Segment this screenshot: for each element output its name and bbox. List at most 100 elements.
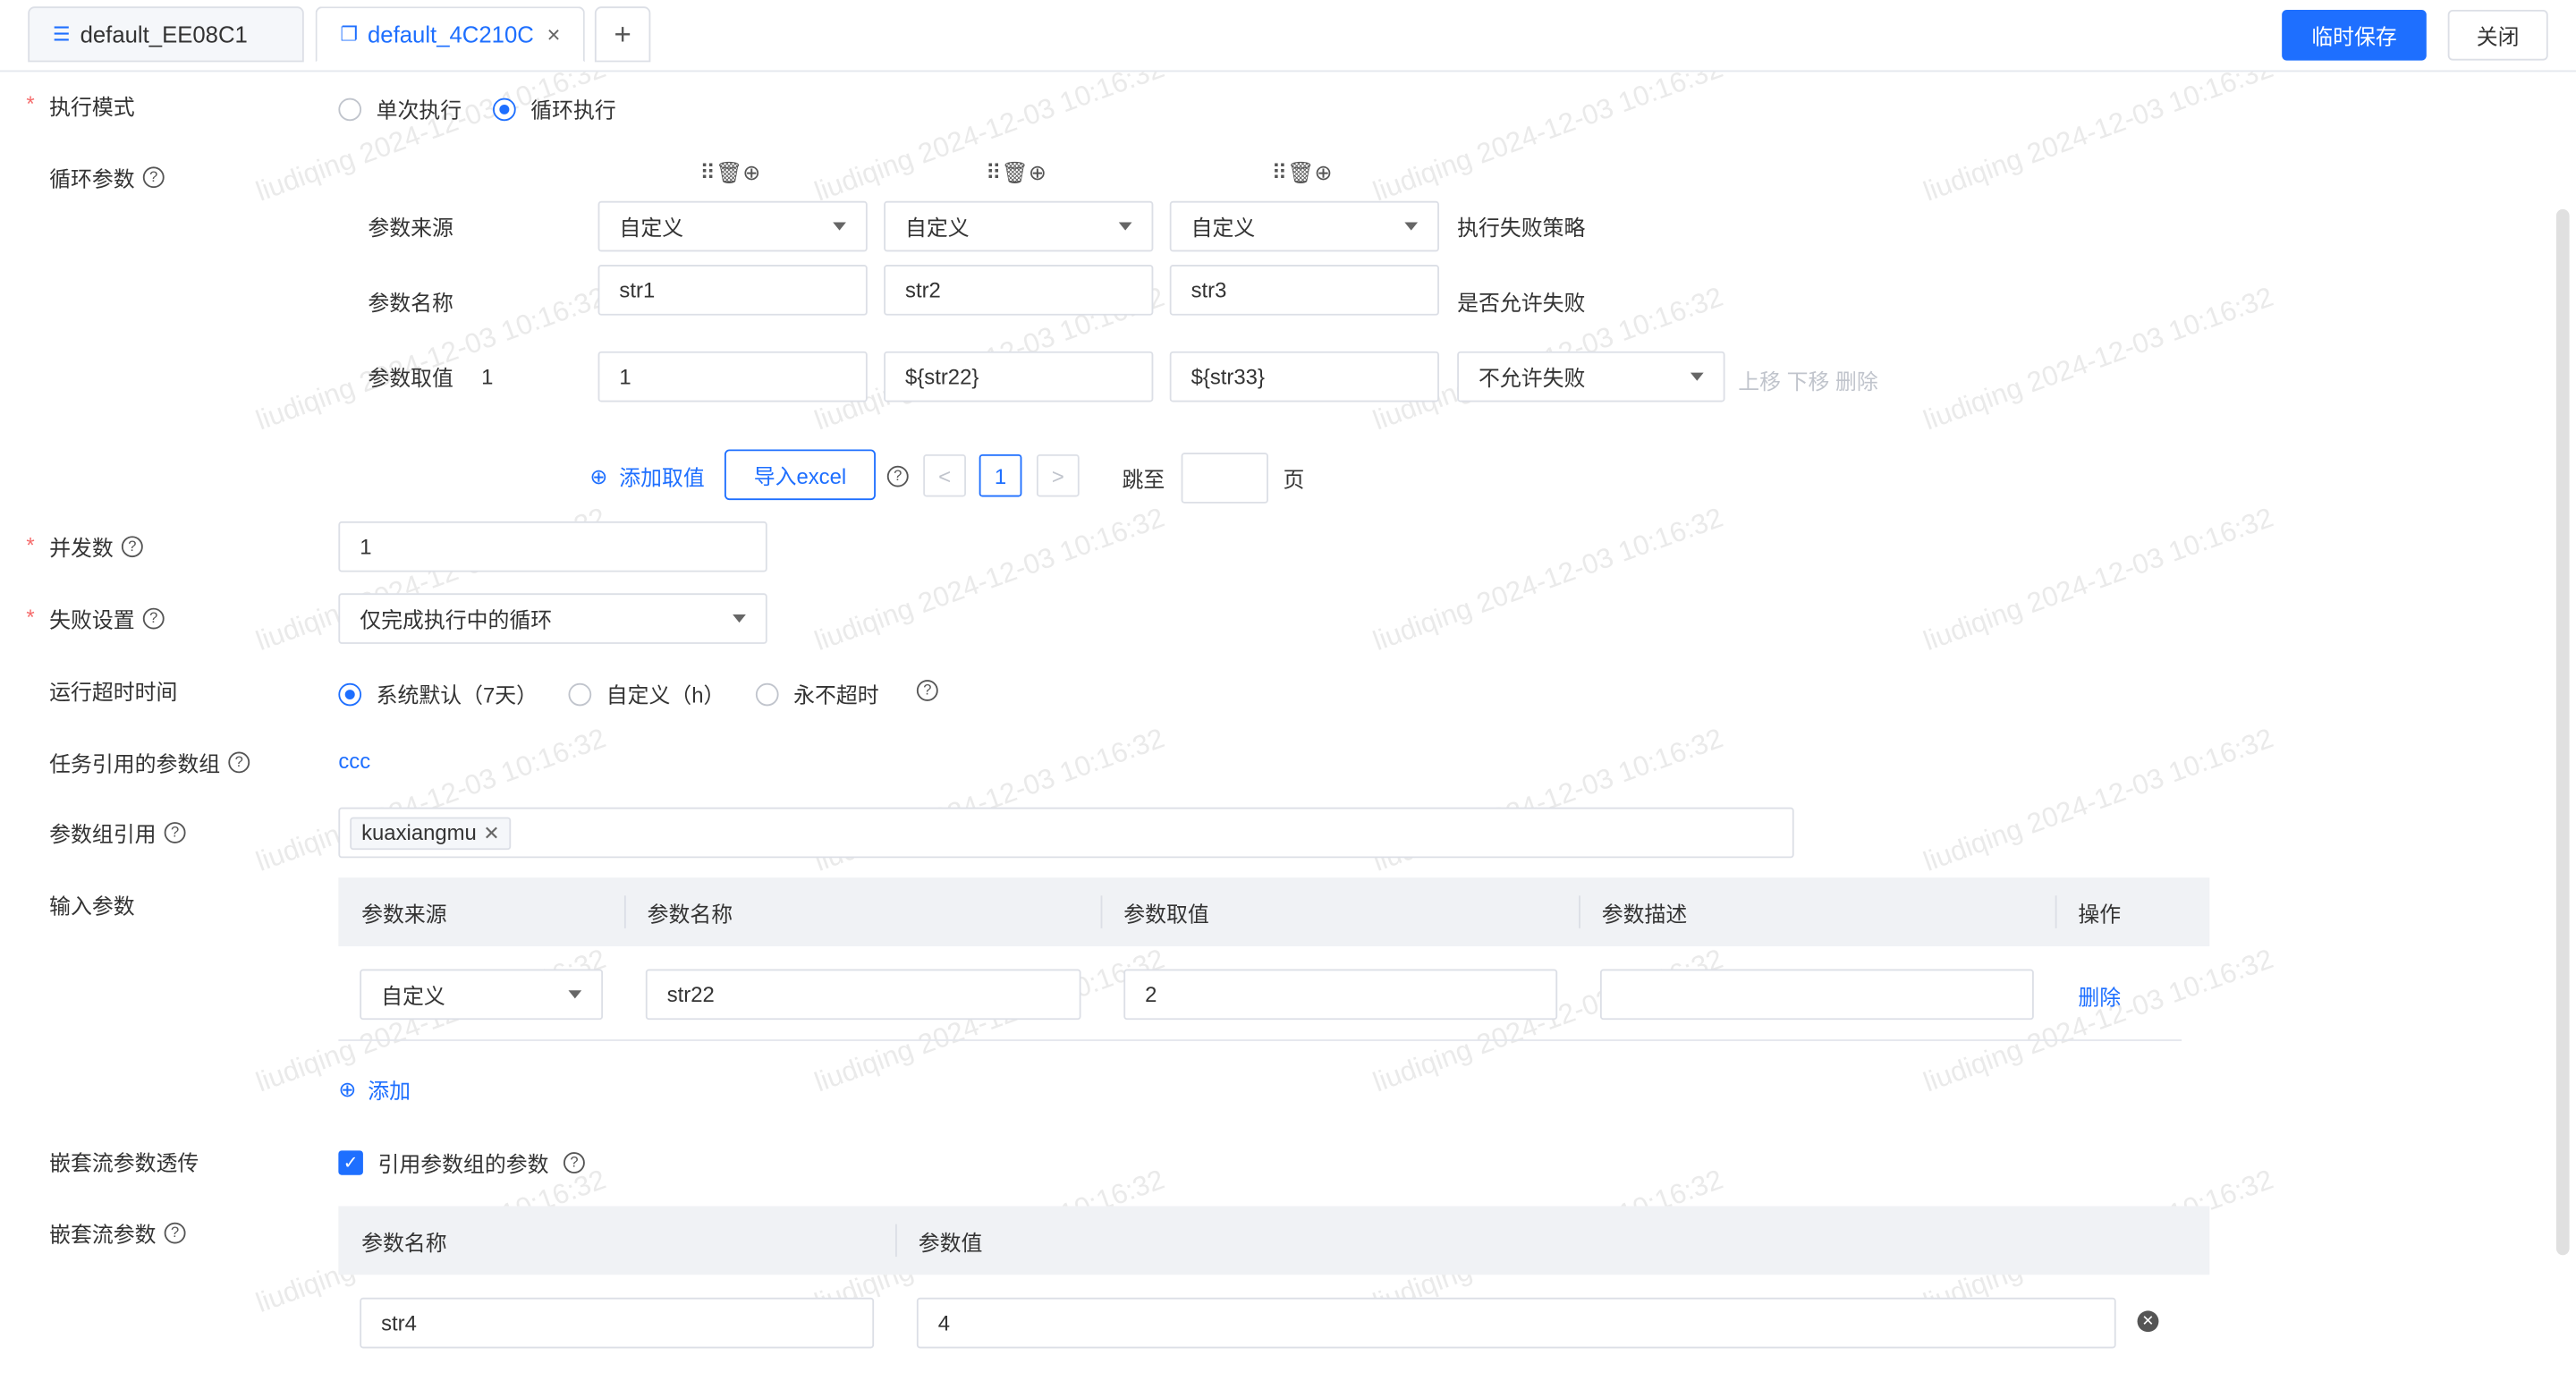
column-header: 参数名称: [647, 901, 733, 927]
help-icon[interactable]: ?: [228, 750, 250, 773]
radio-timeout-default[interactable]: 系统默认（7天）: [338, 678, 538, 709]
close-button[interactable]: 关闭: [2447, 9, 2548, 61]
allow-fail-select[interactable]: 不允许失败: [1457, 351, 1725, 402]
param-group-tag: kuaxiangmu ✕: [350, 816, 512, 850]
param-source-row-label: 参数来源: [368, 216, 453, 241]
task-param-group-link[interactable]: ccc: [338, 749, 370, 773]
radio-timeout-never[interactable]: 永不超时: [755, 678, 879, 709]
allow-fail-label: 是否允许失败: [1457, 291, 1586, 316]
column-tools-1: ⠿🗑⊕: [699, 160, 760, 186]
tab-default-ee08c1[interactable]: ☰ default_EE08C1: [28, 6, 304, 63]
required-mark: *: [26, 91, 35, 116]
fail-setting-label: 失败设置?: [49, 603, 165, 632]
app-root: liudiqing 2024-12-03 10:16:32 liudiqing 2…: [0, 0, 2576, 1381]
trash-icon[interactable]: 🗑: [1287, 160, 1314, 184]
column-header: 参数取值: [1123, 901, 1209, 927]
task-param-group-label: 任务引用的参数组?: [49, 747, 250, 776]
add-circle-icon: ⊕: [589, 463, 608, 488]
param-value-input-2[interactable]: ${str22}: [884, 351, 1154, 402]
nested-pass-checkbox[interactable]: ✓ 引用参数组的参数?: [338, 1148, 585, 1179]
watermark-text: liudiqing 2024-12-03 10:16:32: [1919, 502, 2278, 657]
copy-icon: ❐: [340, 22, 358, 47]
trash-icon[interactable]: 🗑: [1002, 160, 1029, 184]
nested-params-label: 嵌套流参数?: [49, 1217, 186, 1247]
jump-page-input[interactable]: [1181, 453, 1268, 504]
input-params-table-header: 参数来源 参数名称 参数取值 参数描述 操作: [338, 877, 2210, 946]
drag-handle-icon[interactable]: ⠿: [1272, 160, 1288, 184]
help-icon[interactable]: ?: [121, 535, 143, 557]
database-icon: ☰: [52, 22, 71, 47]
help-icon[interactable]: ?: [164, 1221, 186, 1243]
watermark-text: liudiqing 2024-12-03 10:16:32: [1919, 722, 2278, 878]
column-tools-2: ⠿🗑⊕: [986, 160, 1046, 186]
tab-default-4c210c[interactable]: ❐ default_4C210C ×: [315, 6, 585, 63]
pager-next-button[interactable]: >: [1036, 453, 1080, 497]
add-circle-icon[interactable]: ⊕: [1314, 160, 1332, 184]
temp-save-button[interactable]: 临时保存: [2282, 9, 2427, 61]
scrollbar[interactable]: [2555, 208, 2570, 1256]
input-param-desc-input[interactable]: [1599, 969, 2034, 1021]
close-icon[interactable]: ×: [547, 21, 561, 47]
param-name-input-3[interactable]: str3: [1169, 265, 1439, 316]
nested-params-table-header: 参数名称 参数值: [338, 1206, 2210, 1275]
param-group-ref-label: 参数组引用?: [49, 818, 186, 847]
input-param-value-input[interactable]: 2: [1123, 969, 1558, 1021]
add-circle-icon[interactable]: ⊕: [1029, 160, 1046, 184]
param-name-input-2[interactable]: str2: [884, 265, 1154, 316]
column-header: 参数描述: [1601, 901, 1688, 927]
help-icon[interactable]: ?: [886, 465, 909, 487]
param-source-select-2[interactable]: 自定义: [884, 200, 1154, 252]
input-param-source-select[interactable]: 自定义: [360, 969, 604, 1021]
loop-params-label: 循环参数?: [49, 162, 165, 191]
help-icon[interactable]: ?: [564, 1152, 585, 1173]
param-name-input-1[interactable]: str1: [597, 265, 868, 316]
nested-param-name-input[interactable]: str4: [360, 1297, 875, 1349]
nested-pass-label: 嵌套流参数透传: [49, 1150, 199, 1175]
radio-single-exec[interactable]: 单次执行: [338, 93, 462, 124]
pager-current-page[interactable]: 1: [979, 453, 1022, 497]
tab-label: default_4C210C: [367, 21, 534, 47]
param-source-select-3[interactable]: 自定义: [1169, 200, 1439, 252]
watermark-text: liudiqing 2024-12-03 10:16:32: [1919, 52, 2278, 208]
help-icon[interactable]: ?: [142, 165, 165, 188]
help-icon[interactable]: ?: [142, 606, 165, 629]
param-value-input-3[interactable]: ${str33}: [1169, 351, 1439, 402]
timeout-label: 运行超时时间: [49, 680, 178, 705]
add-value-button[interactable]: ⊕ 添加取值: [589, 461, 704, 492]
jump-to-label: 跳至: [1122, 467, 1165, 492]
column-header: 参数名称: [361, 1229, 447, 1255]
fail-policy-label: 执行失败策略: [1457, 216, 1586, 241]
column-header: 操作: [2078, 901, 2122, 927]
radio-loop-exec[interactable]: 循环执行: [493, 93, 616, 124]
drag-handle-icon[interactable]: ⠿: [699, 160, 716, 184]
help-icon[interactable]: ?: [916, 680, 938, 701]
add-circle-icon[interactable]: ⊕: [742, 160, 760, 184]
watermark-text: liudiqing 2024-12-03 10:16:32: [810, 502, 1169, 657]
concurrency-input[interactable]: 1: [338, 521, 767, 572]
column-tools-3: ⠿🗑⊕: [1272, 160, 1333, 186]
param-value-input-1[interactable]: 1: [597, 351, 868, 402]
close-icon[interactable]: ✕: [483, 821, 499, 844]
fail-setting-select[interactable]: 仅完成执行中的循环: [338, 593, 767, 644]
add-input-param-button[interactable]: ⊕ 添加: [338, 1073, 411, 1105]
checkbox-checked-icon[interactable]: ✓: [338, 1150, 363, 1175]
required-mark: *: [26, 532, 35, 558]
pager-prev-button[interactable]: <: [923, 453, 966, 497]
input-params-label: 输入参数: [49, 894, 135, 919]
required-mark: *: [26, 605, 35, 630]
add-circle-icon: ⊕: [338, 1076, 357, 1101]
param-group-ref-input[interactable]: kuaxiangmu ✕: [338, 807, 1794, 859]
input-param-name-input[interactable]: str22: [645, 969, 1081, 1021]
help-icon[interactable]: ?: [164, 821, 186, 843]
param-source-select-1[interactable]: 自定义: [597, 200, 868, 252]
nested-param-value-input[interactable]: 4: [916, 1297, 2116, 1349]
trash-icon[interactable]: 🗑: [716, 160, 742, 184]
row-move-delete-actions[interactable]: 上移 下移 删除: [1738, 364, 1878, 395]
delete-row-button[interactable]: 删除: [2078, 980, 2121, 1012]
watermark-text: liudiqing 2024-12-03 10:16:32: [251, 52, 610, 208]
drag-handle-icon[interactable]: ⠿: [986, 160, 1002, 184]
radio-timeout-custom[interactable]: 自定义（h）: [568, 678, 724, 709]
add-tab-button[interactable]: +: [594, 6, 651, 63]
remove-circle-icon[interactable]: ✕: [2137, 1310, 2159, 1333]
import-excel-button[interactable]: 导入excel: [724, 449, 876, 501]
